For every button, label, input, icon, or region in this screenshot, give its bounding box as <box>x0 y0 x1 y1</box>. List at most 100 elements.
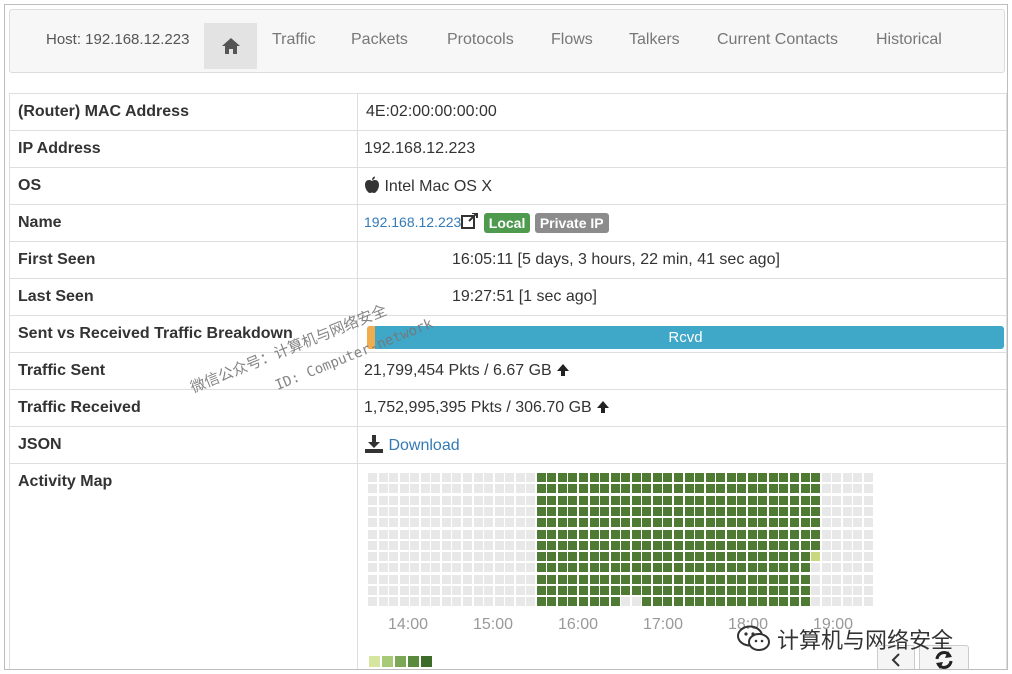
activity-cell <box>610 518 620 528</box>
os-value-text: Intel Mac OS X <box>384 178 493 195</box>
activity-cell <box>863 597 873 607</box>
activity-cell <box>631 506 641 516</box>
legend-swatch <box>395 656 406 667</box>
activity-cell <box>494 518 504 528</box>
activity-cell <box>758 597 768 607</box>
activity-cell <box>378 597 388 607</box>
activity-cell <box>441 506 451 516</box>
activity-cell <box>779 518 789 528</box>
activity-cell <box>600 597 610 607</box>
activity-cell <box>663 552 673 562</box>
os-label: OS <box>9 167 358 205</box>
activity-cell <box>863 552 873 562</box>
activity-cell <box>853 586 863 595</box>
nav-tab-current-contacts[interactable]: Current Contacts <box>717 31 838 49</box>
activity-cell <box>673 586 683 595</box>
external-link-icon[interactable] <box>461 212 479 230</box>
activity-cell <box>842 518 852 528</box>
activity-cell <box>441 518 451 528</box>
nav-tab-flows[interactable]: Flows <box>551 31 593 49</box>
activity-cell <box>790 563 799 573</box>
activity-cell <box>684 586 694 595</box>
activity-cell <box>389 574 399 584</box>
download-icon[interactable] <box>364 435 384 453</box>
private-ip-badge: Private IP <box>534 213 609 233</box>
download-link[interactable]: Download <box>388 437 459 454</box>
activity-cell <box>484 484 494 494</box>
activity-cell <box>768 540 778 550</box>
activity-cell <box>779 529 789 539</box>
activity-cell <box>526 518 536 528</box>
activity-cell <box>863 586 873 595</box>
activity-cell <box>821 518 831 528</box>
activity-cell <box>557 563 567 573</box>
activity-cell <box>642 495 652 505</box>
activity-cell <box>673 473 683 482</box>
activity-cell <box>600 506 610 516</box>
activity-cell <box>420 518 430 528</box>
activity-cell <box>610 563 620 573</box>
nav-tab-traffic[interactable]: Traffic <box>272 31 316 49</box>
activity-cell <box>642 563 652 573</box>
nav-home-tab[interactable] <box>204 23 257 69</box>
activity-cell <box>842 586 852 595</box>
activity-cell <box>663 473 673 482</box>
activity-cell <box>621 574 631 584</box>
activity-cell <box>441 563 451 573</box>
activity-cell <box>473 495 483 505</box>
activity-cell <box>832 586 842 595</box>
activity-cell <box>705 506 715 516</box>
activity-cell <box>462 529 472 539</box>
activity-cell <box>536 586 546 595</box>
activity-cell <box>853 484 863 494</box>
activity-cell <box>368 473 377 482</box>
activity-cell <box>853 574 863 584</box>
activity-cell <box>758 586 768 595</box>
nav-tab-historical[interactable]: Historical <box>876 31 942 49</box>
activity-cell <box>642 540 652 550</box>
activity-cell <box>652 506 662 516</box>
activity-cell <box>821 540 831 550</box>
activity-cell <box>652 563 662 573</box>
nav-tab-talkers[interactable]: Talkers <box>629 31 680 49</box>
last-seen-label: Last Seen <box>9 278 358 316</box>
activity-cell <box>389 540 399 550</box>
activity-cell <box>695 540 705 550</box>
activity-cell <box>579 473 588 482</box>
host-name-link[interactable]: 192.168.12.223 <box>364 214 461 230</box>
activity-cell <box>832 518 842 528</box>
os-value: Intel Mac OS X <box>357 167 1007 205</box>
name-label: Name <box>9 204 358 242</box>
activity-cell <box>420 484 430 494</box>
activity-cell <box>811 473 821 482</box>
mac-value-text: 4E:02:00:00:00:00 <box>366 103 497 120</box>
activity-cell <box>368 563 377 573</box>
activity-cell <box>410 552 420 562</box>
activity-cell <box>452 574 462 584</box>
activity-cell <box>368 506 377 516</box>
activity-cell <box>441 473 451 482</box>
json-label[interactable]: JSON <box>9 426 358 464</box>
activity-cell <box>631 540 641 550</box>
activity-cell <box>505 518 515 528</box>
activity-cell <box>768 552 778 562</box>
activity-cell <box>505 552 515 562</box>
activity-cell <box>368 586 377 595</box>
activity-cell <box>368 574 377 584</box>
activity-cell <box>673 495 683 505</box>
activity-cell <box>716 484 726 494</box>
activity-cell <box>631 484 641 494</box>
activity-cell <box>853 518 863 528</box>
nav-tab-protocols[interactable]: Protocols <box>447 31 514 49</box>
nav-tab-packets[interactable]: Packets <box>351 31 408 49</box>
activity-cell <box>705 563 715 573</box>
activity-cell <box>441 540 451 550</box>
activity-cell <box>716 552 726 562</box>
activity-cell <box>758 518 768 528</box>
activity-cell <box>589 473 599 482</box>
activity-cell <box>557 540 567 550</box>
activity-cell <box>420 586 430 595</box>
activity-cell <box>589 563 599 573</box>
activity-cell <box>557 484 567 494</box>
activity-cell <box>642 484 652 494</box>
